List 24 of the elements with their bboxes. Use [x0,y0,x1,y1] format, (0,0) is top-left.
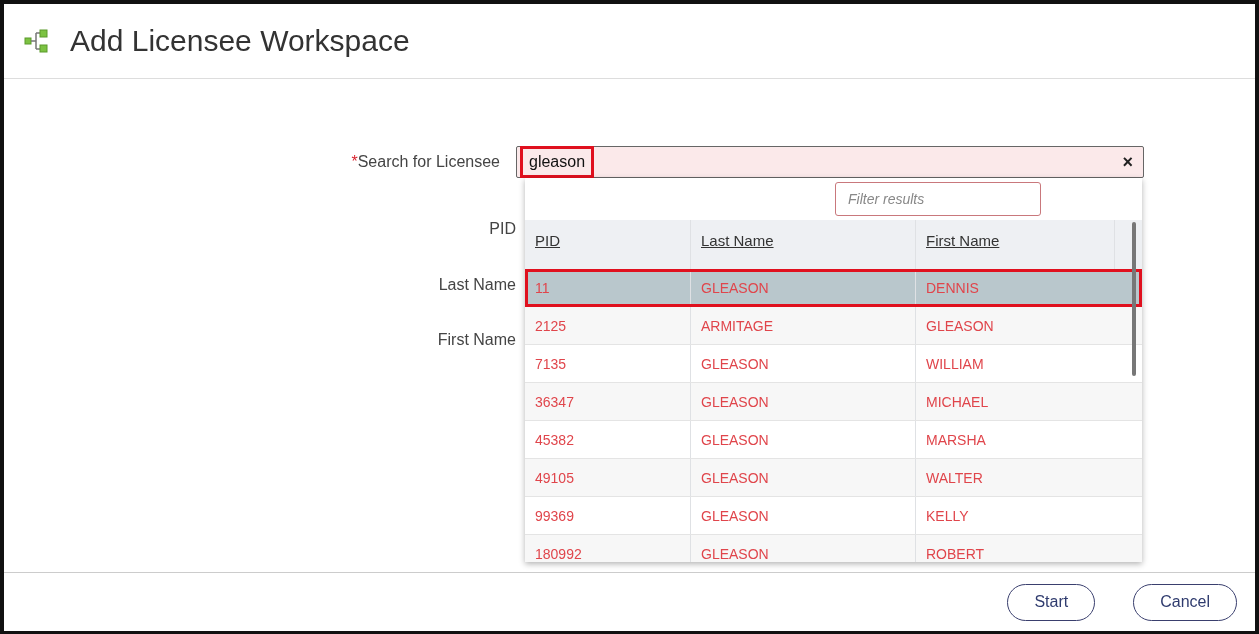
search-text: gleason [520,146,595,178]
footer-button[interactable]: Cancel [1133,583,1237,621]
field-label: PID [489,220,516,238]
filter-field[interactable]: Filter results [835,182,1041,216]
search-field[interactable]: gleason × [516,146,1144,178]
column-header[interactable]: PID [535,232,560,249]
field-label: *Search for Licensee [350,153,501,171]
column-header[interactable]: Last Name [701,232,774,249]
clear-button[interactable]: × [1122,151,1133,173]
result-row[interactable]: 7135 GLEASON WILLIAM [525,345,1142,383]
result-row[interactable]: 45382 GLEASON MARSHA [525,421,1142,459]
result-row[interactable]: 11 GLEASON DENNIS [525,269,1142,307]
hierarchy-icon [24,29,50,53]
footer-button[interactable]: Start [1007,583,1096,621]
field-label: Last Name [438,276,516,294]
window-title: Add Licensee Workspace [70,24,410,58]
result-row[interactable]: 99369 GLEASON KELLY [525,497,1142,535]
field-label: First Name [437,331,516,349]
result-row[interactable]: 49105 GLEASON WALTER [525,459,1142,497]
result-row[interactable]: 2125 ARMITAGE GLEASON [525,307,1142,345]
scrollbar[interactable] [1132,222,1136,376]
result-row[interactable]: 36347 GLEASON MICHAEL [525,383,1142,421]
column-header[interactable]: First Name [926,232,1000,249]
result-row[interactable]: 180992 GLEASON ROBERT [525,535,1142,562]
